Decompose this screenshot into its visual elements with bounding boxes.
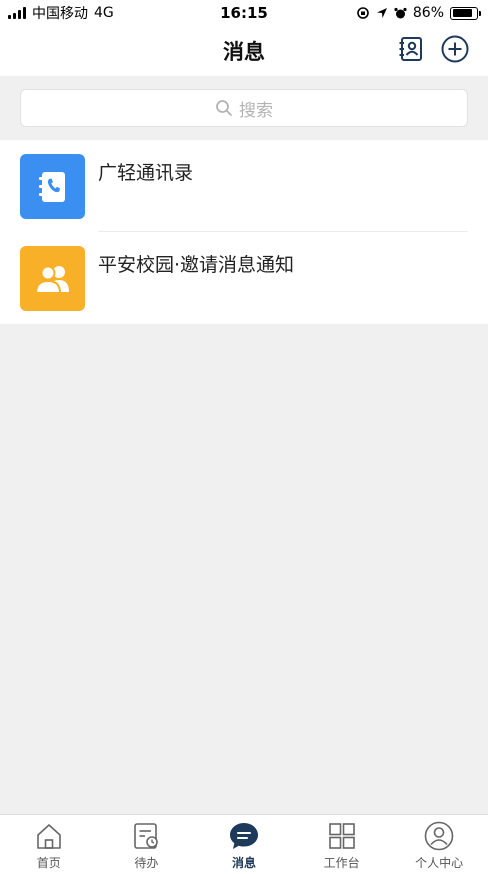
message-title: 广轻通讯录: [98, 162, 194, 184]
plus-circle-icon: [441, 35, 469, 63]
page-title: 消息: [223, 40, 265, 64]
status-bar-right: 86%: [356, 5, 481, 21]
message-list: 广轻通讯录 平安校园·邀请消息通知: [0, 140, 488, 324]
message-item-contacts[interactable]: 广轻通讯录: [0, 140, 488, 232]
tab-bar: 首页 待办 消息 工作台 个人中心: [0, 814, 488, 874]
tab-label: 消息: [231, 856, 256, 870]
tab-messages[interactable]: 消息: [195, 815, 293, 874]
tab-label: 待办: [134, 856, 159, 870]
contacts-book-icon: [399, 37, 422, 61]
battery-icon: [450, 6, 481, 20]
tab-label: 个人中心: [415, 856, 464, 870]
contacts-button[interactable]: [396, 34, 426, 64]
carrier-label: 中国移动: [32, 6, 88, 22]
phone-book-icon: [38, 171, 65, 202]
network-label: 4G: [94, 5, 114, 21]
todo-icon: [130, 820, 162, 852]
tab-label: 工作台: [323, 856, 360, 870]
message-item-campus[interactable]: 平安校园·邀请消息通知: [0, 232, 488, 324]
add-button[interactable]: [440, 34, 470, 64]
status-bar-left: 中国移动 4G: [8, 3, 114, 23]
orientation-lock-icon: [357, 7, 369, 19]
message-icon: [228, 820, 260, 852]
message-title: 平安校园·邀请消息通知: [98, 254, 295, 276]
user-icon: [423, 820, 455, 852]
search-section: 搜索: [0, 76, 488, 140]
campus-app-tile: [20, 246, 85, 311]
nav-actions: [396, 34, 470, 64]
home-icon: [33, 820, 65, 852]
tab-workbench[interactable]: 工作台: [293, 815, 391, 874]
search-placeholder: 搜索: [239, 100, 273, 121]
alarm-icon: [394, 7, 407, 18]
tab-profile[interactable]: 个人中心: [390, 815, 488, 874]
nav-bar: 消息: [0, 26, 488, 76]
battery-percent: 86%: [412, 5, 444, 21]
tab-todo[interactable]: 待办: [98, 815, 196, 874]
location-icon: [376, 8, 387, 18]
contacts-app-tile: [20, 154, 85, 219]
status-bar: 中国移动 4G 16:15 86%: [0, 0, 488, 26]
signal-icon: [8, 7, 26, 19]
tab-label: 首页: [36, 856, 61, 870]
people-icon: [34, 265, 69, 294]
search-icon: [216, 100, 232, 116]
tab-home[interactable]: 首页: [0, 815, 98, 874]
search-input[interactable]: 搜索: [20, 89, 468, 127]
grid-icon: [326, 820, 358, 852]
